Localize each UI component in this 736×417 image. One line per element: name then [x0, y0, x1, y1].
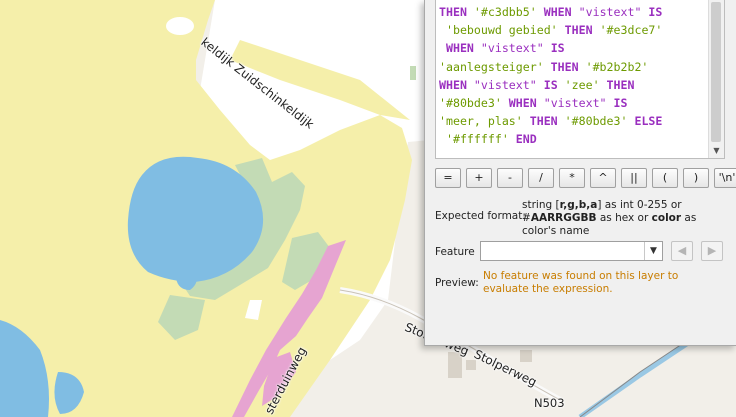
operator-button[interactable]: *	[559, 168, 585, 188]
building-3	[520, 350, 532, 362]
code-token: '#80bde3'	[439, 96, 502, 111]
operator-button[interactable]: )	[683, 168, 709, 188]
operator-button[interactable]: ^	[590, 168, 616, 188]
chevron-down-icon[interactable]: ▼	[644, 242, 662, 260]
code-token: "vistext"	[480, 41, 544, 56]
code-line: '#80bde3' WHEN "vistext" IS	[439, 94, 707, 112]
code-token: 'zee'	[564, 77, 600, 92]
code-token: '#ffffff'	[445, 132, 509, 147]
code-token: WHEN	[439, 77, 474, 92]
code-line: 'bebouwd gebied' THEN '#e3dce7'	[439, 21, 707, 39]
preview-text: No feature was found on this layer to ev…	[483, 270, 679, 295]
feature-combobox[interactable]: ▼	[480, 241, 663, 261]
code-token: 'bebouwd gebied'	[445, 23, 558, 38]
format-segment: string [	[522, 199, 560, 211]
code-token: THEN	[439, 5, 474, 19]
code-token: '#e3dce7'	[599, 23, 663, 38]
code-token: WHEN	[536, 5, 579, 19]
operator-button[interactable]: +	[466, 168, 492, 188]
operator-button[interactable]: (	[652, 168, 678, 188]
code-line: 'aanlegsteiger' THEN '#b2b2b2'	[439, 58, 707, 76]
format-segment: r,g,b,a	[559, 199, 598, 211]
code-token: IS	[641, 5, 663, 19]
code-token: THEN	[599, 77, 635, 92]
code-token: '#b2b2b2'	[585, 59, 649, 74]
feature-label: Feature	[435, 246, 475, 258]
preview-label: Preview:	[435, 277, 479, 289]
code-token: WHEN	[501, 96, 544, 111]
operator-button[interactable]: /	[528, 168, 554, 188]
operator-button[interactable]: ||	[621, 168, 647, 188]
operator-button[interactable]: =	[435, 168, 461, 188]
code-token: '#c3dbb5'	[473, 5, 537, 19]
previous-feature-button[interactable]: ◀	[671, 241, 693, 261]
code-token: "vistext"	[473, 77, 537, 92]
code-token: END	[508, 132, 537, 147]
code-token: ELSE	[627, 114, 663, 129]
triangle-right-icon: ▶	[707, 244, 717, 257]
expected-format-label: Expected format:	[435, 210, 526, 222]
code-line: THEN '#c3dbb5' WHEN "vistext" IS	[439, 3, 707, 21]
tree-patch	[410, 66, 416, 80]
code-token: THEN	[543, 59, 586, 74]
sand-patch-2	[260, 29, 276, 39]
road-label-n503: N503	[534, 396, 565, 410]
code-line: 'meer, plas' THEN '#80bde3' ELSE	[439, 112, 707, 130]
code-token: "vistext"	[578, 5, 642, 19]
triangle-left-icon: ◀	[677, 244, 687, 257]
code-line: '#ffffff' END	[439, 130, 707, 148]
code-token: THEN	[557, 23, 600, 38]
sand-patch	[166, 17, 194, 35]
scroll-down-arrow-icon[interactable]: ▼	[709, 144, 724, 158]
code-token: WHEN	[439, 41, 481, 56]
building-2	[466, 360, 476, 370]
format-segment: as hex or	[596, 212, 652, 224]
editor-scrollbar[interactable]: ▼	[708, 0, 724, 158]
code-token: IS	[536, 77, 565, 92]
next-feature-button[interactable]: ▶	[701, 241, 723, 261]
operator-button[interactable]: '\n'	[714, 168, 736, 188]
code-token: 'meer, plas'	[439, 114, 523, 129]
code-token: IS	[606, 96, 628, 111]
code-token: THEN	[522, 114, 565, 129]
code-token: 'aanlegsteiger'	[439, 59, 544, 74]
format-segment: color	[651, 212, 682, 224]
format-segment: AARRGGBB	[530, 212, 597, 224]
code-token: IS	[543, 41, 565, 56]
expression-dialog: THEN '#c3dbb5' WHEN "vistext" IS 'bebouw…	[424, 0, 736, 346]
code-line: WHEN "vistext" IS	[439, 39, 707, 57]
operator-button[interactable]: -	[497, 168, 523, 188]
expected-format-text: string [r,g,b,a] as int 0-255 or #AARRGG…	[522, 199, 727, 238]
code-line: WHEN "vistext" IS 'zee' THEN	[439, 76, 707, 94]
expression-editor[interactable]: THEN '#c3dbb5' WHEN "vistext" IS 'bebouw…	[435, 0, 725, 159]
expression-code[interactable]: THEN '#c3dbb5' WHEN "vistext" IS 'bebouw…	[439, 3, 707, 149]
code-token: '#80bde3'	[564, 114, 628, 129]
code-token: "vistext"	[543, 96, 607, 111]
operator-toolbar: = + - / * ^ ||() '\n'	[435, 168, 736, 188]
scrollbar-thumb[interactable]	[711, 2, 721, 142]
